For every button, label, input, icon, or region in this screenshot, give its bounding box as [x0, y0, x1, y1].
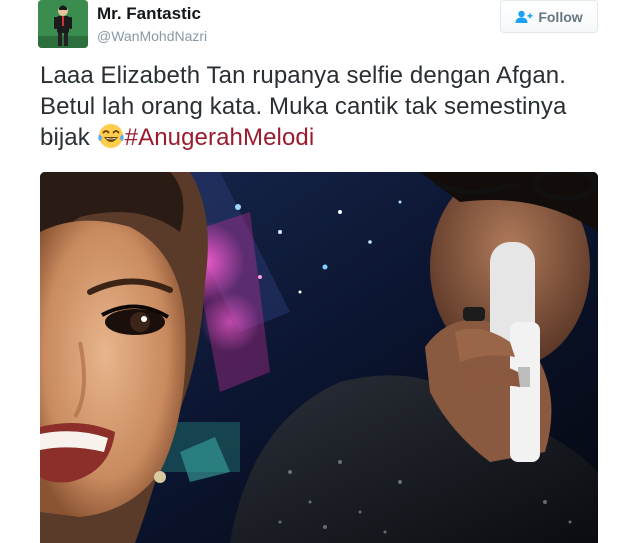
tears-of-joy-emoji-icon	[97, 122, 125, 150]
selfie-photo-image	[40, 172, 598, 543]
tweet-card: Mr. Fantastic @WanMohdNazri Follow Laaa …	[0, 0, 636, 543]
tweet-text: Laaa Elizabeth Tan rupanya selfie dengan…	[40, 60, 600, 153]
follow-button[interactable]: Follow	[500, 0, 598, 33]
user-plus-icon	[515, 10, 533, 24]
tweet-photo[interactable]	[40, 172, 598, 543]
username-handle[interactable]: @WanMohdNazri	[97, 27, 207, 45]
follow-label: Follow	[538, 8, 583, 25]
avatar[interactable]	[38, 0, 88, 48]
avatar-image	[38, 0, 88, 48]
display-name[interactable]: Mr. Fantastic	[97, 4, 201, 24]
hashtag-link[interactable]: #AnugerahMelodi	[125, 124, 315, 151]
